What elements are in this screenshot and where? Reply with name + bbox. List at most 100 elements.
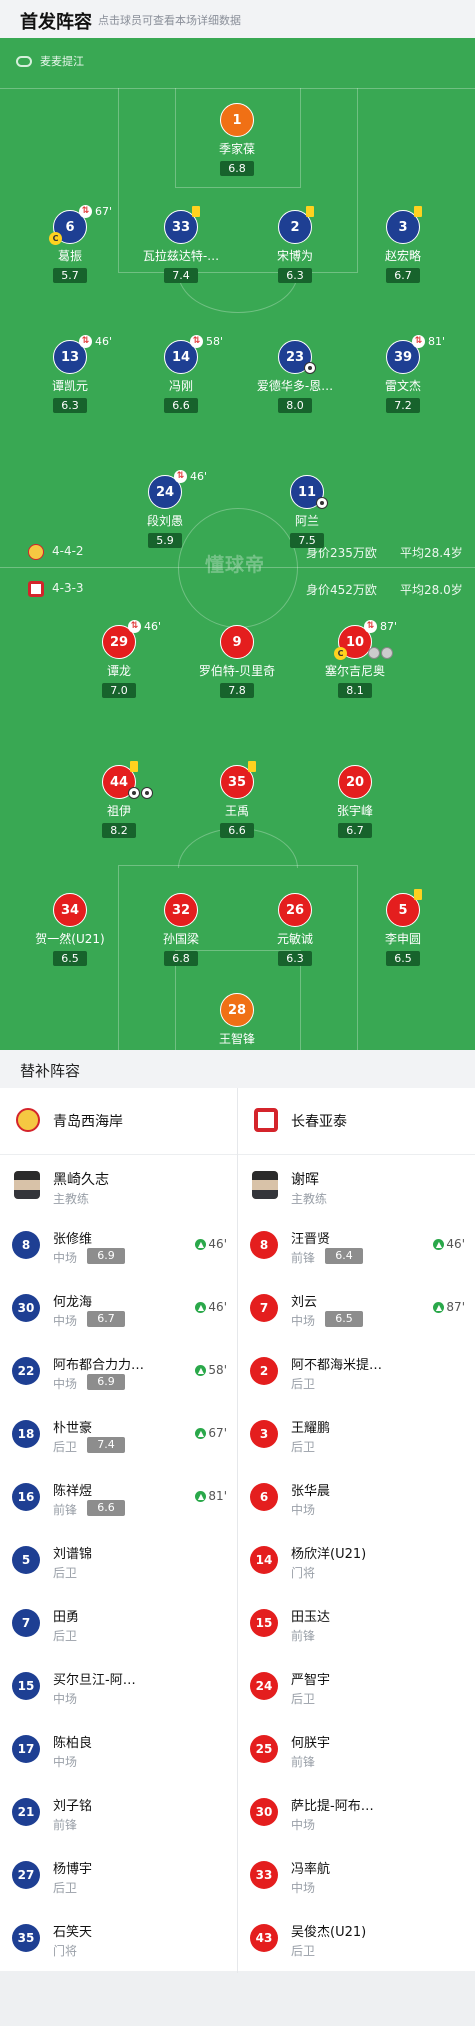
player-token[interactable]: 39 ⇅ 81' 雷文杰 7.2 (333, 335, 473, 413)
pitch: 麦麦提江 懂球帝 4-4-2 身价235万欧 平均28.4岁 4-3-3 身价4… (0, 38, 475, 1050)
substitute-position: 中场 (53, 1692, 78, 1706)
player-token[interactable]: 1 季家葆 6.8 (167, 103, 307, 176)
substitute-number: 30 (12, 1294, 40, 1322)
player-rating-value: 8.2 (110, 824, 128, 837)
player-token[interactable]: 10 ⇅ 87' C 塞尔吉尼奥 8.1 (285, 620, 425, 698)
substitute-number: 8 (250, 1231, 278, 1259)
player-rating: 5.7 (53, 268, 87, 283)
substitute-name: 张修维 (53, 1232, 93, 1247)
yellow-card-icon (130, 761, 138, 772)
sub-out-icon: ⇅ (79, 335, 92, 348)
penalty-goal-icon (368, 647, 380, 659)
player-badge: 33 (164, 206, 200, 244)
substitute-row[interactable]: 21 刘子铭 前锋 (0, 1782, 237, 1845)
sub-out-minute: 46' (95, 335, 113, 348)
player-token[interactable]: 3 赵宏略 6.7 (333, 206, 473, 283)
home-formation: 4-4-2 (52, 544, 84, 558)
substitute-row[interactable]: 18 朴世豪 后卫 7.4 ▲ 67' (0, 1404, 237, 1467)
substitute-row[interactable]: 7 刘云 中场 6.5 ▲ 87' (238, 1278, 475, 1341)
substitute-row[interactable]: 16 陈祥煜 前锋 6.6 ▲ 81' (0, 1467, 237, 1530)
home-coach-avatar (14, 1171, 40, 1199)
goal-ball-icon (128, 787, 140, 799)
substitute-position: 中场 (291, 1503, 316, 1517)
away-team-logo-icon (28, 581, 44, 597)
substitute-row[interactable]: 15 田玉达 前锋 (238, 1593, 475, 1656)
goal-ball-icon (141, 787, 153, 799)
home-team-crest-icon (16, 1108, 40, 1132)
substitute-position: 前锋 (53, 1503, 78, 1517)
sub-in-indicator: ▲ 46' (195, 1237, 227, 1251)
home-team-header[interactable]: 青岛西海岸 (0, 1088, 237, 1155)
player-rating: 7.8 (220, 683, 254, 698)
substitute-number: 43 (250, 1924, 278, 1952)
substitute-row[interactable]: 43 吴俊杰(U21) 后卫 (238, 1908, 475, 1971)
substitute-position: 中场 (53, 1377, 78, 1391)
substitute-row[interactable]: 30 萨比提-阿布… 中场 (238, 1782, 475, 1845)
substitute-number: 25 (250, 1735, 278, 1763)
substitute-row[interactable]: 22 阿布都合力力… 中场 6.9 ▲ 58' (0, 1341, 237, 1404)
player-rating-value: 5.7 (61, 269, 79, 282)
player-rating-value: 6.3 (286, 952, 304, 965)
substitute-name: 刘子铭 (53, 1799, 93, 1814)
substitute-position: 后卫 (291, 1692, 316, 1706)
substitute-row[interactable]: 8 张修维 中场 6.9 ▲ 46' (0, 1215, 237, 1278)
substitute-row[interactable]: 27 杨博宇 后卫 (0, 1845, 237, 1908)
substitute-row[interactable]: 8 汪晋贤 前锋 6.4 ▲ 46' (238, 1215, 475, 1278)
player-token[interactable]: 5 李申圆 6.5 (333, 889, 473, 966)
substitute-position: 中场 (291, 1314, 316, 1328)
goal-ball-icon (316, 497, 328, 509)
sub-in-arrow-icon: ▲ (433, 1301, 445, 1313)
away-team-header[interactable]: 长春亚泰 (238, 1088, 475, 1155)
sub-in-minute: 46' (208, 1300, 227, 1314)
substitute-name: 田玉达 (291, 1610, 331, 1625)
page-title: 首发阵容 (20, 12, 92, 33)
sub-in-minute: 46' (446, 1237, 465, 1251)
substitute-row[interactable]: 2 阿不都海米提… 后卫 (238, 1341, 475, 1404)
player-rating-value: 6.3 (61, 399, 79, 412)
substitute-row[interactable]: 30 何龙海 中场 6.7 ▲ 46' (0, 1278, 237, 1341)
substitute-number: 27 (12, 1861, 40, 1889)
substitute-row[interactable]: 3 王耀鹏 后卫 (238, 1404, 475, 1467)
substitute-name: 陈柏良 (53, 1736, 93, 1751)
player-badge: 23 (278, 340, 316, 374)
substitute-name: 买尔旦江-阿… (53, 1673, 136, 1688)
substitute-row[interactable]: 14 杨欣洋(U21) 门将 (238, 1530, 475, 1593)
player-token[interactable]: 24 ⇅ 46' 段刘愚 5.9 (95, 470, 235, 548)
substitute-position: 后卫 (291, 1944, 316, 1958)
player-badge: 34 (53, 893, 87, 927)
substitute-number: 17 (12, 1735, 40, 1763)
substitute-row[interactable]: 5 刘谱锦 后卫 (0, 1530, 237, 1593)
sub-in-arrow-icon: ▲ (195, 1490, 207, 1502)
player-number: 26 (278, 893, 312, 927)
player-rating: 6.7 (338, 823, 372, 838)
player-token[interactable]: 28王智锋★8.3 (167, 993, 307, 1050)
sub-in-minute: 67' (208, 1426, 227, 1440)
substitute-number: 3 (250, 1420, 278, 1448)
page-hint: 点击球员可查看本场详细数据 (98, 14, 241, 27)
substitute-row[interactable]: 7 田勇 后卫 (0, 1593, 237, 1656)
substitute-name: 汪晋贤 (291, 1232, 331, 1247)
substitute-row[interactable]: 25 何朕宇 前锋 (238, 1719, 475, 1782)
substitute-position: 前锋 (53, 1818, 78, 1832)
player-token[interactable]: 11 阿兰 7.5 (237, 475, 377, 548)
substitute-row[interactable]: 33 冯率航 中场 (238, 1845, 475, 1908)
home-coach[interactable]: 黑崎久志 主教练 (0, 1155, 237, 1215)
substitute-row[interactable]: 6 张华晨 中场 (238, 1467, 475, 1530)
substitute-row[interactable]: 17 陈柏良 中场 (0, 1719, 237, 1782)
player-rating-value: 8.0 (286, 399, 304, 412)
substitute-position: 门将 (291, 1566, 316, 1580)
player-badge: 9 (220, 625, 254, 659)
player-rating: 6.6 (164, 398, 198, 413)
away-coach[interactable]: 谢晖 主教练 (238, 1155, 475, 1215)
substitute-row[interactable]: 24 严智宇 后卫 (238, 1656, 475, 1719)
substitute-row[interactable]: 35 石笑天 门将 (0, 1908, 237, 1971)
sub-out-minute: 81' (428, 335, 446, 348)
yellow-card-icon (306, 206, 314, 217)
whistle-icon (16, 55, 32, 67)
player-token[interactable]: 20 张宇峰 6.7 (285, 765, 425, 838)
captain-icon: C (49, 232, 62, 245)
sub-out-minute: 46' (144, 620, 162, 633)
substitute-position: 中场 (53, 1314, 78, 1328)
substitute-number: 18 (12, 1420, 40, 1448)
substitute-row[interactable]: 15 买尔旦江-阿… 中场 (0, 1656, 237, 1719)
